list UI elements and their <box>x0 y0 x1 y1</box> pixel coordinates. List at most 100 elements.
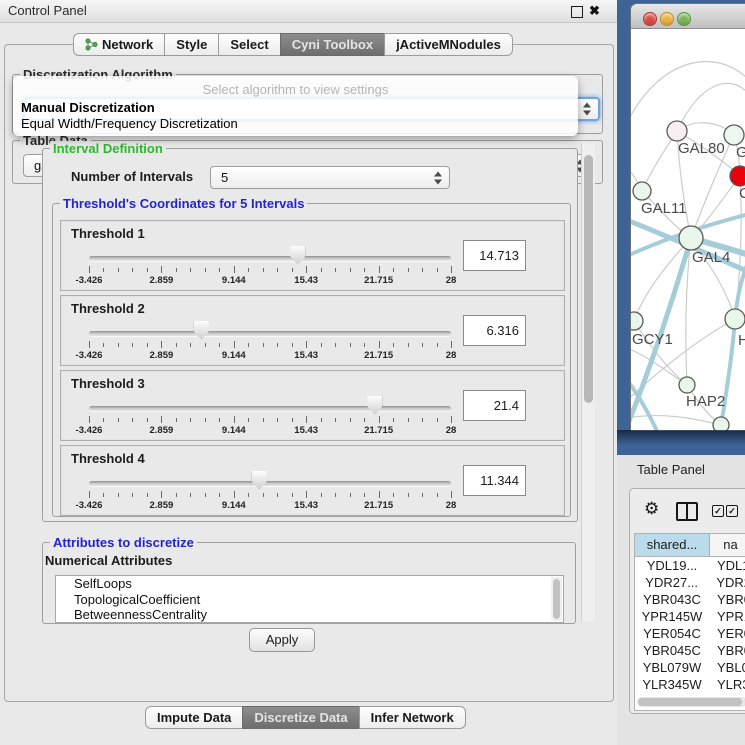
combo-stepper-icon[interactable] <box>434 171 443 184</box>
table-row[interactable]: YBL079W YBL0 <box>635 659 745 676</box>
numerical-attributes-list[interactable]: SelfLoopsTopologicalCoefficientBetweenne… <box>55 575 564 623</box>
table-hscrollbar-thumb[interactable] <box>638 698 742 706</box>
table-header-row: shared... na <box>635 534 745 557</box>
threshold-slider-track[interactable] <box>89 406 451 411</box>
table-row[interactable]: YBR045C YBR0 <box>635 642 745 659</box>
checkbox-icon[interactable]: ✓ <box>726 505 738 517</box>
network-node-gcy1[interactable] <box>631 312 643 330</box>
cell-shared-name: YDL19... <box>635 557 709 574</box>
attribute-item-betweennesscentrality[interactable]: BetweennessCentrality <box>56 607 563 623</box>
network-node-ha[interactable] <box>725 309 745 329</box>
table-row[interactable]: YPR145W YPR1 <box>635 608 745 625</box>
attribute-item-selfloops[interactable]: SelfLoops <box>56 576 563 592</box>
scale-label: 21.715 <box>364 275 393 286</box>
tick-mark <box>292 268 293 272</box>
cell-shared-name: YER054C <box>635 625 709 642</box>
threshold-slider-track[interactable] <box>89 256 451 261</box>
network-canvas[interactable]: GAL80GACOGAL11GAL4GCY1HAHAP2 <box>631 28 745 431</box>
tab-infer-network[interactable]: Infer Network <box>359 706 466 729</box>
table-row[interactable]: YER054C YER0 <box>635 625 745 642</box>
column-header-shared-name[interactable]: shared... <box>635 534 710 556</box>
close-traffic-light[interactable] <box>643 12 657 26</box>
close-icon[interactable]: ✖ <box>589 1 600 21</box>
network-edge <box>631 348 687 385</box>
threshold-slider-track[interactable] <box>89 481 451 486</box>
threshold-slider-thumb[interactable] <box>194 321 209 340</box>
split-columns-icon[interactable] <box>676 502 698 521</box>
tick-mark <box>132 493 133 497</box>
tick-mark <box>292 493 293 497</box>
network-node[interactable] <box>713 417 729 431</box>
network-node-ga[interactable] <box>724 125 744 145</box>
tab-label: jActiveMNodules <box>396 34 501 56</box>
threshold-label: Threshold 3 <box>71 376 145 391</box>
panel-vertical-scrollbar[interactable] <box>581 143 595 621</box>
table-horizontal-scrollbar[interactable] <box>637 697 745 707</box>
table-row[interactable]: YDR27... YDR2 <box>635 574 745 591</box>
tick-mark <box>132 418 133 422</box>
node-attribute-table: shared... na YDL19... YDL1 YDR27... YDR2… <box>634 533 745 711</box>
tick-mark <box>451 341 452 348</box>
attributes-list-scrollbar[interactable] <box>551 577 562 621</box>
tick-mark <box>103 268 104 272</box>
minimize-traffic-light[interactable] <box>660 12 674 26</box>
threshold-value-field[interactable]: 21.4 <box>463 390 526 421</box>
network-node-label: HA <box>738 332 745 349</box>
table-row[interactable]: YBR043C YBR0 <box>635 591 745 608</box>
checkbox-icon[interactable]: ✓ <box>712 505 724 517</box>
threshold-slider-thumb[interactable] <box>367 396 382 415</box>
tick-mark <box>103 418 104 422</box>
algorithm-option-equal-width-frequency-discretization[interactable]: Equal Width/Frequency Discretization <box>21 116 238 131</box>
cell-name: YBR0 <box>709 591 745 608</box>
network-node-hap2[interactable] <box>679 377 695 393</box>
interval-definition-group: Interval Definition Number of Intervals … <box>42 148 578 522</box>
attributes-scrollbar-thumb[interactable] <box>553 579 560 619</box>
tab-select[interactable]: Select <box>218 33 280 56</box>
tab-cyni-toolbox[interactable]: Cyni Toolbox <box>280 33 385 56</box>
tick-mark <box>205 418 206 422</box>
tick-mark <box>147 418 148 422</box>
network-window-titlebar[interactable] <box>631 4 745 29</box>
number-of-intervals-combobox[interactable]: 5 <box>210 166 450 189</box>
tick-mark <box>234 491 235 498</box>
threshold-slider-track[interactable] <box>89 331 451 336</box>
apply-button[interactable]: Apply <box>249 628 315 652</box>
zoom-traffic-light[interactable] <box>677 12 691 26</box>
tick-mark <box>379 341 380 348</box>
panel-scrollbar-thumb[interactable] <box>584 155 593 403</box>
cell-name: YLR3 <box>709 676 745 693</box>
network-node-gal11[interactable] <box>633 182 651 200</box>
settings-scroll-viewport: Interval Definition Number of Intervals … <box>8 142 599 624</box>
attribute-item-topologicalcoefficient[interactable]: TopologicalCoefficient <box>56 592 563 608</box>
threshold-value-field[interactable]: 6.316 <box>463 315 526 346</box>
threshold-value-field[interactable]: 11.344 <box>463 465 526 496</box>
tab-network[interactable]: Network <box>73 33 165 56</box>
scale-label: -3.426 <box>76 350 103 361</box>
threshold-slider-thumb[interactable] <box>252 471 267 490</box>
tab-impute-data[interactable]: Impute Data <box>145 706 243 729</box>
column-header-name[interactable]: na <box>710 534 745 556</box>
tick-mark <box>306 341 307 348</box>
network-node-gal4[interactable] <box>679 226 703 250</box>
algorithm-option-manual-discretization[interactable]: Manual Discretization <box>21 100 155 115</box>
tick-mark <box>118 493 119 497</box>
network-node-gal80[interactable] <box>667 121 687 141</box>
float-window-button[interactable] <box>571 6 583 18</box>
network-node-co[interactable] <box>730 166 745 186</box>
tick-mark <box>451 416 452 423</box>
tab-style[interactable]: Style <box>164 33 219 56</box>
gear-icon[interactable]: ⚙ <box>644 499 659 519</box>
threshold-value-field[interactable]: 14.713 <box>463 240 526 271</box>
tick-mark <box>422 343 423 347</box>
table-row[interactable]: YDL19... YDL1 <box>635 557 745 574</box>
tick-mark <box>147 493 148 497</box>
threshold-slider-thumb[interactable] <box>290 246 305 265</box>
tab-label: Impute Data <box>157 707 231 729</box>
tick-mark <box>263 493 264 497</box>
combo-stepper-icon[interactable] <box>583 103 592 116</box>
table-row[interactable]: YLR345W YLR3 <box>635 676 745 693</box>
attributes-group-title: Attributes to discretize <box>50 535 197 550</box>
tick-mark <box>234 266 235 273</box>
tab-discretize-data[interactable]: Discretize Data <box>242 706 359 729</box>
tab-jactivemnodules[interactable]: jActiveMNodules <box>384 33 513 56</box>
